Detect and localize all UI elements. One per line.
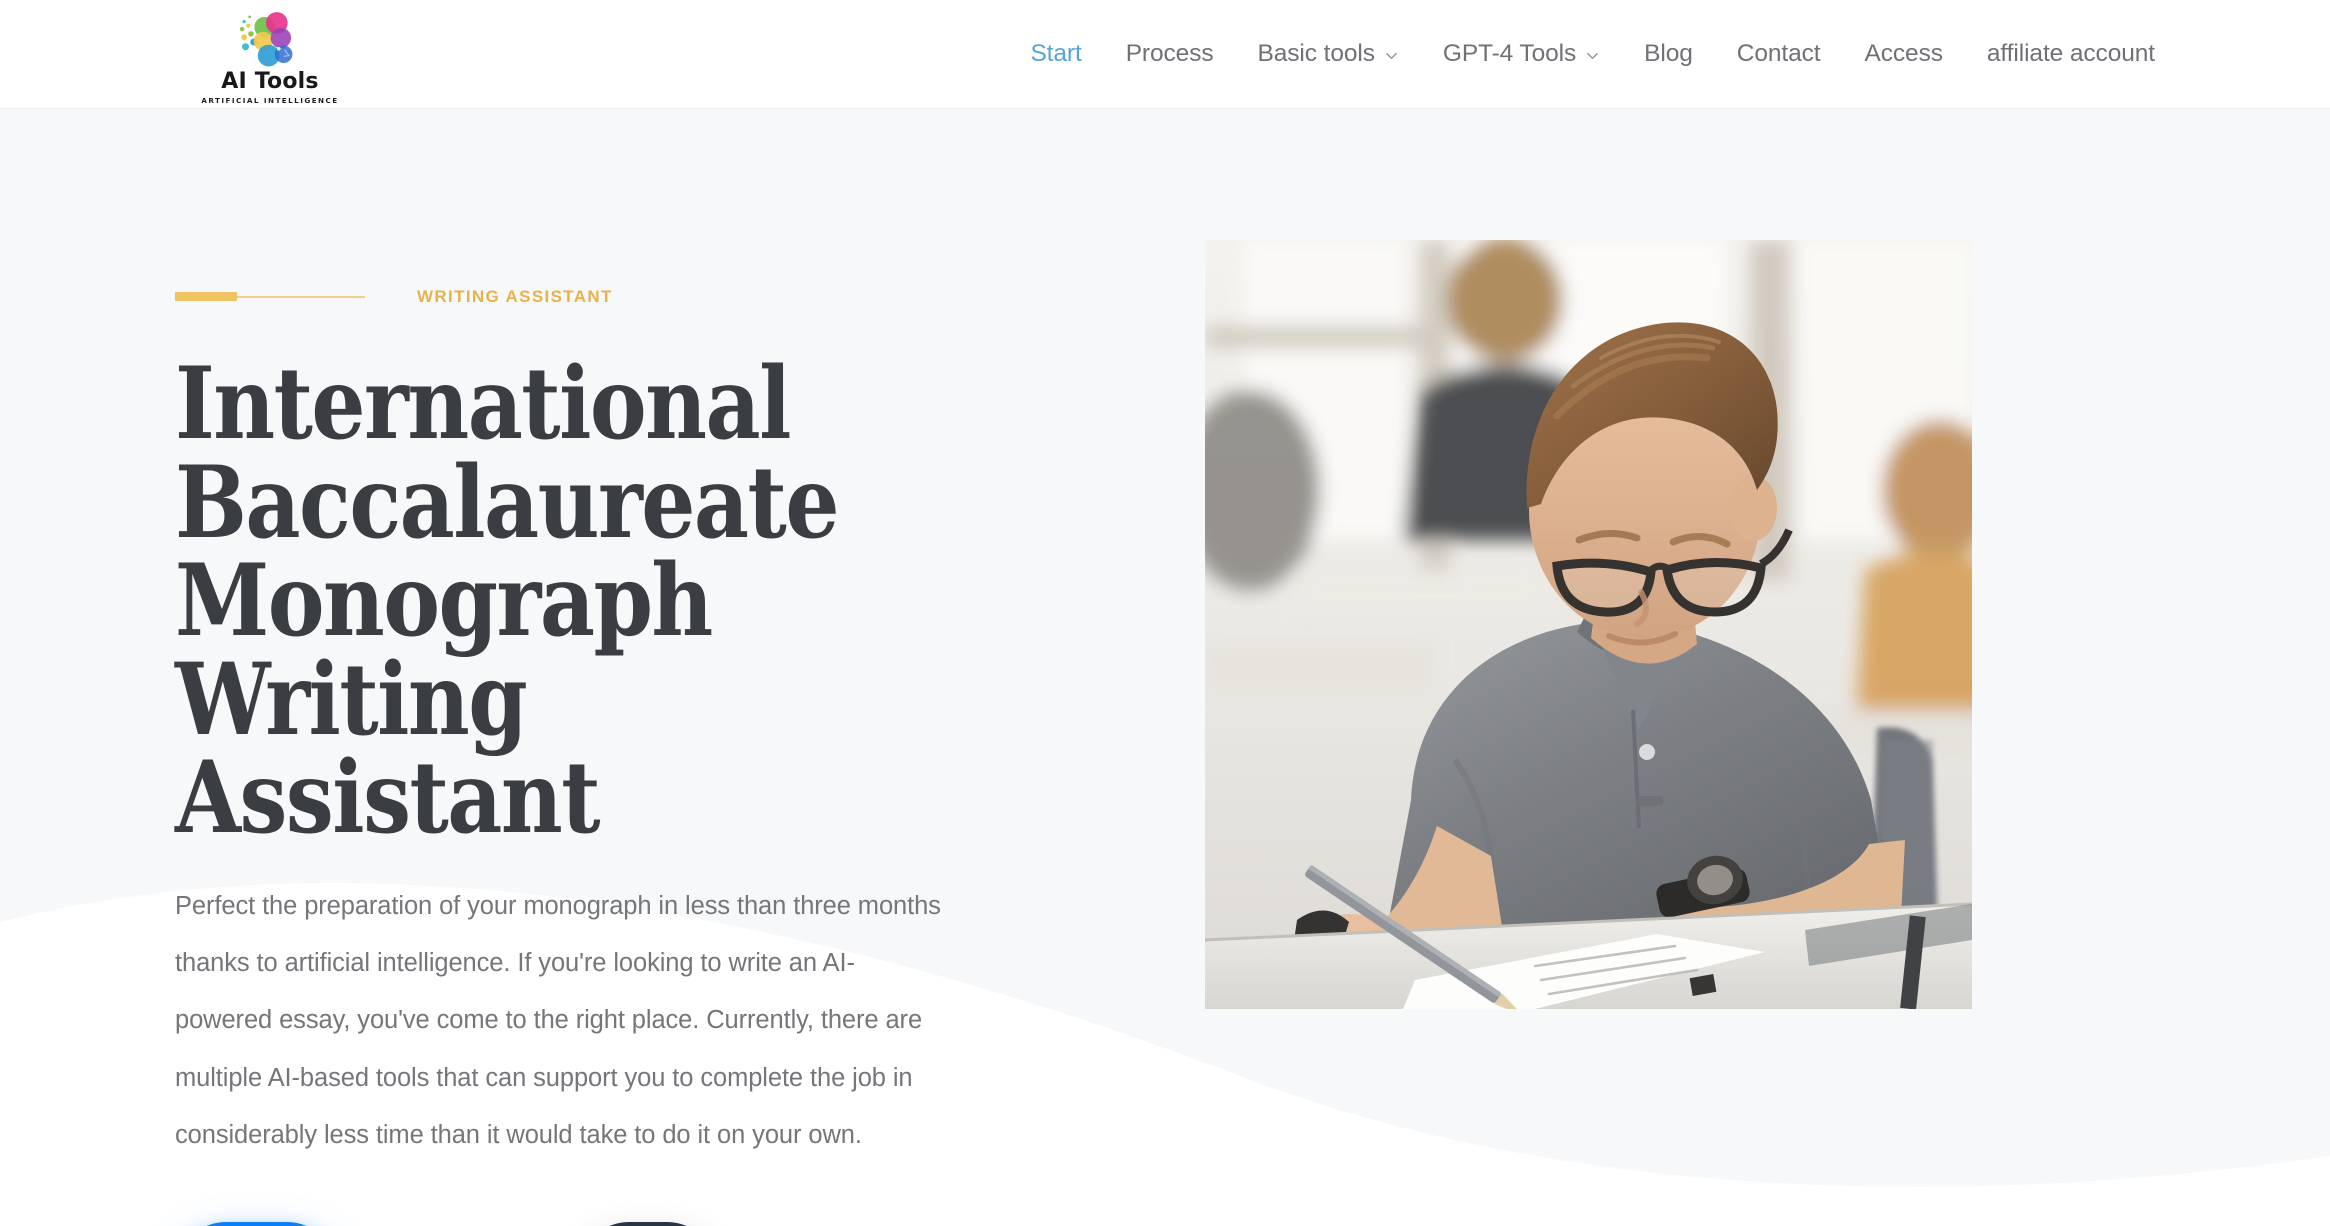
tools-button[interactable]: TOOLS [578,1222,718,1226]
site-header: AI Tools ARTIFICIAL INTELLIGENCE Start P… [0,0,2330,109]
nav-item-basic-tools[interactable]: Basic tools [1236,39,1421,67]
nav-label: GPT-4 Tools [1442,39,1577,67]
page-title: International Baccalaureate Monograph Wr… [175,346,840,856]
nav-item-access[interactable]: Access [1843,39,1965,67]
hero-eyebrow: WRITING ASSISTANT [175,288,1055,305]
nav-label: Basic tools [1257,39,1375,67]
process-button[interactable]: PROCESS [175,1222,338,1226]
brand-logo-link[interactable]: AI Tools ARTIFICIAL INTELLIGENCE [175,4,365,104]
hero-actions: PROCESS TOOLS [175,1222,1055,1226]
brand-tagline: ARTIFICIAL INTELLIGENCE [201,95,339,105]
chevron-down-icon [1585,48,1600,63]
eyebrow-accent-line [237,295,365,298]
nav-item-contact[interactable]: Contact [1715,39,1843,67]
eyebrow-accent-bar [175,292,237,301]
hero-paragraph: Perfect the preparation of your monograp… [175,891,941,1150]
brand-name: AI Tools [221,68,319,94]
hero-copy: WRITING ASSISTANT International Baccalau… [175,109,1055,1226]
hero-section: WRITING ASSISTANT International Baccalau… [0,109,2330,1226]
main-navigation: Start Process Basic tools GPT-4 Tools Bl… [1008,39,2155,67]
nav-label: Contact [1736,39,1821,67]
nav-item-process[interactable]: Process [1104,39,1236,67]
chevron-down-icon [1384,48,1399,63]
page-root: AI Tools ARTIFICIAL INTELLIGENCE Start P… [0,0,2330,1226]
nav-label: affiliate account [1986,39,2155,67]
brain-head-logo-icon [236,8,304,70]
nav-label: Process [1125,39,1214,67]
hero-image [1205,240,1972,1009]
nav-item-gpt4-tools[interactable]: GPT-4 Tools [1421,39,1622,67]
header-inner: AI Tools ARTIFICIAL INTELLIGENCE Start P… [175,0,2155,108]
nav-item-start[interactable]: Start [1008,39,1103,67]
eyebrow-label: WRITING ASSISTANT [417,287,613,306]
nav-item-blog[interactable]: Blog [1622,39,1715,67]
nav-item-affiliate-account[interactable]: affiliate account [1965,39,2155,67]
nav-label: Start [1030,39,1082,67]
nav-label: Blog [1644,39,1693,67]
nav-label: Access [1864,39,1943,67]
